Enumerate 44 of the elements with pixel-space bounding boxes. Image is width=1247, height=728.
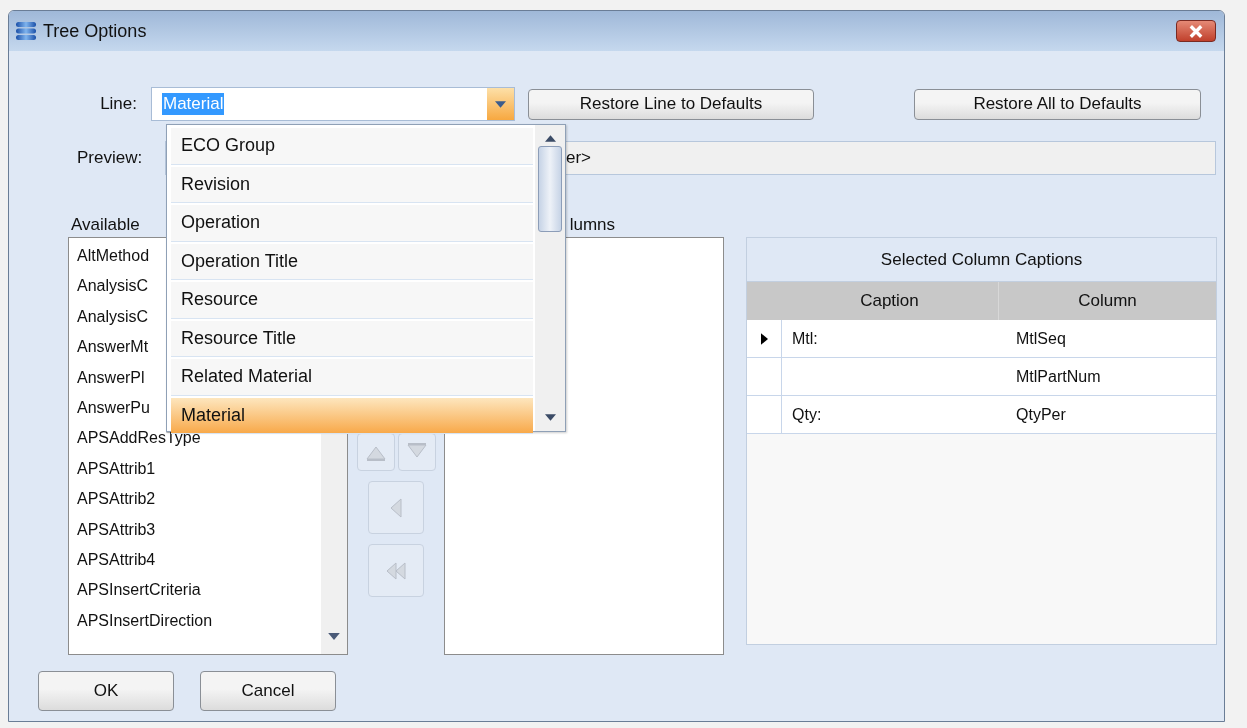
dropdown-option[interactable]: ECO Group bbox=[171, 128, 533, 165]
dropdown-option[interactable]: Revision bbox=[171, 166, 533, 203]
column-list-item[interactable]: APSInsertCriteria bbox=[69, 575, 321, 606]
scroll-down-icon[interactable] bbox=[328, 633, 340, 640]
column-header[interactable]: Column bbox=[999, 282, 1216, 320]
table-cell[interactable]: Qty: bbox=[782, 396, 1000, 433]
move-up-button[interactable] bbox=[356, 433, 395, 471]
column-list-item[interactable]: APSAttrib4 bbox=[69, 544, 321, 576]
dropdown-option[interactable]: Material bbox=[171, 397, 533, 434]
preview-label: Preview: bbox=[76, 148, 144, 168]
grid-title: Selected Column Captions bbox=[747, 238, 1216, 282]
scrollbar-thumb[interactable] bbox=[538, 146, 562, 232]
dropdown-option[interactable]: Resource Title bbox=[171, 320, 533, 357]
scrollbar[interactable] bbox=[535, 125, 565, 431]
line-value: Material bbox=[162, 93, 225, 115]
table-cell[interactable]: Mtl: bbox=[782, 320, 1000, 357]
left-arrow-icon[interactable] bbox=[390, 497, 402, 518]
dropdown-option[interactable]: Related Material bbox=[171, 359, 533, 396]
dropdown-option[interactable]: Resource bbox=[171, 282, 533, 319]
dropdown-option[interactable]: Operation Title bbox=[171, 243, 533, 280]
available-columns-label: Available bbox=[71, 215, 140, 235]
restore-all-button[interactable]: Restore All to Defaults bbox=[914, 88, 1201, 120]
double-left-arrow-icon[interactable] bbox=[385, 560, 407, 581]
ok-button[interactable]: OK bbox=[38, 671, 174, 711]
current-row-icon bbox=[760, 332, 768, 345]
selected-columns-label: lumns bbox=[569, 215, 616, 235]
line-label: Line: bbox=[99, 94, 138, 114]
cancel-button[interactable]: Cancel bbox=[200, 671, 336, 711]
table-cell[interactable]: QtyPer bbox=[1000, 396, 1216, 433]
column-list-item[interactable]: APSInsertDirection bbox=[69, 605, 321, 637]
window-title: Tree Options bbox=[43, 20, 148, 42]
remove-all-button[interactable] bbox=[368, 544, 424, 597]
restore-line-button[interactable]: Restore Line to Defaults bbox=[528, 88, 814, 120]
table-cell[interactable]: MtlSeq bbox=[1000, 320, 1216, 357]
column-list-item[interactable]: APSAttrib1 bbox=[69, 453, 321, 485]
dropdown-option[interactable]: Operation bbox=[171, 205, 533, 242]
column-list-item[interactable]: APSAttrib3 bbox=[69, 514, 321, 545]
remove-button[interactable] bbox=[368, 481, 424, 534]
move-down-button[interactable] bbox=[397, 433, 436, 471]
scroll-down-icon[interactable] bbox=[544, 414, 556, 421]
close-icon[interactable] bbox=[1188, 24, 1204, 38]
close-button[interactable] bbox=[1176, 20, 1216, 42]
database-icon bbox=[15, 21, 37, 41]
column-list-item[interactable]: APSAttrib2 bbox=[69, 484, 321, 515]
